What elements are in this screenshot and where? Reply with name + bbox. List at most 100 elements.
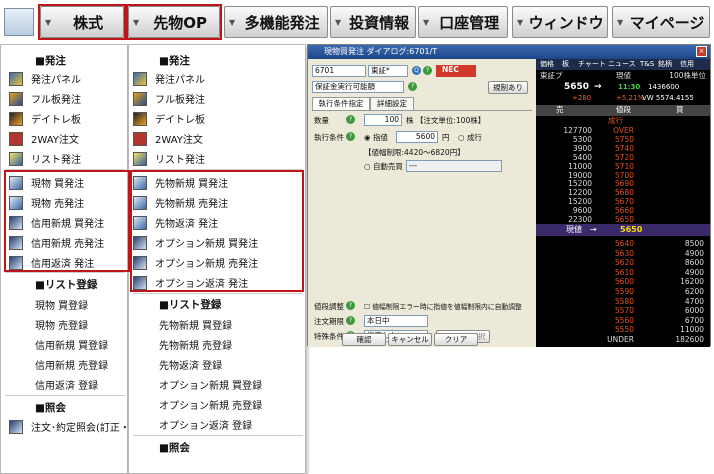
price-adjust-checkbox[interactable]: ☐ 値幅制限エラー時に指値を値幅制限内に自動調整 — [364, 301, 522, 311]
menu-tab-stocks[interactable]: ▼ 株式 — [40, 6, 124, 38]
menu-item-list-order[interactable]: リスト発注 — [9, 151, 81, 166]
spot-buy-icon — [9, 175, 23, 190]
auto-trade-radio[interactable]: ○ 自動売買 — [364, 161, 403, 172]
bid-price[interactable]: 5580 — [598, 297, 634, 307]
menu-item-full-board[interactable]: フル板発注 — [133, 91, 205, 106]
menu-item-twoway[interactable]: 2WAY注文 — [9, 131, 79, 146]
menu-item-list-option-buy[interactable]: オプション新規 買登録 — [159, 377, 262, 392]
menu-divider — [5, 272, 125, 273]
menu-item-margin-sell[interactable]: 信用新規 売発注 — [9, 235, 104, 250]
price-input[interactable]: 5600 — [396, 131, 438, 143]
tab-exec-conditions[interactable]: 執行条件指定 — [312, 97, 370, 110]
bid-price[interactable]: 5560 — [598, 316, 634, 326]
account-select[interactable]: 保証金実行可能額 — [312, 81, 404, 93]
tab-board[interactable]: 板 — [562, 59, 569, 70]
tab-detail-settings[interactable]: 詳細設定 — [370, 97, 414, 110]
bid-qty: 11000 — [680, 325, 704, 335]
list-order-icon — [133, 151, 147, 166]
menu-tab-window[interactable]: ▼ ウィンドウ — [512, 6, 608, 38]
tab-margin[interactable]: 信用 — [680, 59, 694, 70]
app-logo-icon[interactable] — [4, 8, 34, 36]
tab-price[interactable]: 価格 — [540, 59, 554, 70]
cancel-button[interactable]: キャンセル — [388, 333, 432, 346]
info-icon[interactable]: ? — [408, 82, 417, 91]
market-select[interactable]: 東証* — [368, 65, 408, 77]
bid-price[interactable]: 5620 — [598, 258, 634, 268]
menu-item-option-new-sell[interactable]: オプション新規 売発注 — [133, 255, 258, 270]
price-range-note: 【値幅制限:4420〜6820円】 — [364, 148, 465, 157]
menu-item-list-futures-buy[interactable]: 先物新規 買登録 — [159, 317, 232, 332]
bid-qty: 4700 — [684, 296, 704, 306]
menu-item-spot-buy[interactable]: 現物 買発注 — [9, 175, 84, 190]
menu-item-list-option-repay[interactable]: オプション返済 登録 — [159, 417, 252, 432]
dropdown-arrow-icon: ▼ — [617, 17, 624, 27]
menu-item-list-futures-repay[interactable]: 先物返済 登録 — [159, 357, 222, 372]
bid-price[interactable]: 5640 — [598, 239, 634, 249]
menu-item-twoway[interactable]: 2WAY注文 — [133, 131, 203, 146]
close-icon[interactable]: × — [696, 46, 707, 57]
bid-price[interactable]: 5630 — [598, 249, 634, 259]
option-repay-icon — [133, 275, 147, 290]
bid-price[interactable]: 5550 — [598, 325, 634, 335]
limit-radio[interactable]: ◉ 指値 — [364, 132, 388, 143]
qty-input[interactable]: 100 — [364, 114, 402, 126]
menu-item-list-margin-sell[interactable]: 信用新規 売登録 — [35, 357, 108, 372]
menu-item-list-option-sell[interactable]: オプション新規 売登録 — [159, 397, 262, 412]
menu-item-list-margin-repay[interactable]: 信用返済 登録 — [35, 377, 98, 392]
history-button[interactable]: 規制あり — [488, 81, 528, 94]
menu-item-list-order[interactable]: リスト発注 — [133, 151, 205, 166]
menu-item-daytrade[interactable]: デイトレ板 — [133, 111, 205, 126]
menu-item-option-new-buy[interactable]: オプション新規 買発注 — [133, 235, 258, 250]
bid-price[interactable]: 5600 — [598, 277, 634, 287]
bid-row: 5570 6000 — [536, 306, 710, 316]
menu-tab-futures-options[interactable]: ▼ 先物OP — [128, 6, 220, 38]
info-icon[interactable]: ? — [423, 66, 432, 75]
auto-trade-select[interactable]: --- — [406, 160, 502, 172]
menu-tab-account[interactable]: ▼ 口座管理 — [418, 6, 508, 38]
menu-item-spot-sell[interactable]: 現物 売発注 — [9, 195, 84, 210]
menu-item-list-spot-buy[interactable]: 現物 買登録 — [35, 297, 88, 312]
help-icon[interactable]: ? — [346, 316, 355, 325]
bid-price[interactable]: 5590 — [598, 287, 634, 297]
menu-item-order-panel[interactable]: 発注パネル — [133, 71, 205, 86]
market-order-radio[interactable]: ○ 成行 — [458, 132, 482, 143]
help-icon[interactable]: ? — [346, 132, 355, 141]
futures-repay-icon — [133, 215, 147, 230]
tab-symbol[interactable]: 銘柄 — [658, 59, 672, 70]
tab-ts[interactable]: T&S — [640, 59, 654, 70]
clear-button[interactable]: クリア — [434, 333, 478, 346]
menu-item-margin-buy[interactable]: 信用新規 買発注 — [9, 215, 104, 230]
price-change-pct: +5.21% — [616, 94, 645, 102]
bid-price[interactable]: UNDER — [598, 335, 634, 345]
search-icon[interactable]: Q — [412, 66, 421, 75]
bid-price[interactable]: 5570 — [598, 306, 634, 316]
bid-qty: 182600 — [675, 335, 704, 344]
menu-item-daytrade[interactable]: デイトレ板 — [9, 111, 81, 126]
menu-item-list-margin-buy[interactable]: 信用新規 買登録 — [35, 337, 108, 352]
list-register-section-header: ■リスト登録 — [35, 279, 98, 291]
tab-news[interactable]: ニュース — [608, 59, 636, 70]
menu-item-option-repay[interactable]: オプション返済 発注 — [133, 275, 248, 290]
menu-item-futures-new-sell[interactable]: 先物新規 売発注 — [133, 195, 228, 210]
symbol-code-input[interactable]: 6701 — [312, 65, 366, 77]
menu-bar: ▼ 株式 ▼ 先物OP ▼ 多機能発注 ▼ 投資情報 ▼ 口座管理 ▼ ウィンドウ ▼ マイペ… — [0, 0, 714, 44]
menu-item-list-futures-sell[interactable]: 先物新規 売登録 — [159, 337, 232, 352]
help-icon[interactable]: ? — [346, 301, 355, 310]
menu-item-order-inquiry[interactable]: 注文･約定照会(訂正・取 — [9, 419, 127, 434]
tab-chart[interactable]: チャート — [578, 59, 606, 70]
menu-item-list-spot-sell[interactable]: 現物 売登録 — [35, 317, 88, 332]
option-sell-icon — [133, 255, 147, 270]
menu-tab-investment-info[interactable]: ▼ 投資情報 — [330, 6, 416, 38]
menu-tab-multi-order[interactable]: ▼ 多機能発注 — [224, 6, 328, 38]
menu-item-margin-repay[interactable]: 信用返済 発注 — [9, 255, 94, 270]
menu-tab-mypage[interactable]: ▼ マイページ — [612, 6, 710, 38]
menu-item-futures-repay[interactable]: 先物返済 発注 — [133, 215, 218, 230]
menu-item-futures-new-buy[interactable]: 先物新規 買発注 — [133, 175, 228, 190]
menu-item-full-board[interactable]: フル板発注 — [9, 91, 81, 106]
board-header-row: 売 値段 買 — [536, 105, 710, 116]
help-icon[interactable]: ? — [346, 115, 355, 124]
order-period-select[interactable]: 本日中 — [364, 315, 428, 327]
menu-item-order-panel[interactable]: 発注パネル — [9, 71, 81, 86]
confirm-button[interactable]: 確認 — [342, 333, 386, 346]
bid-price[interactable]: 5610 — [598, 268, 634, 278]
